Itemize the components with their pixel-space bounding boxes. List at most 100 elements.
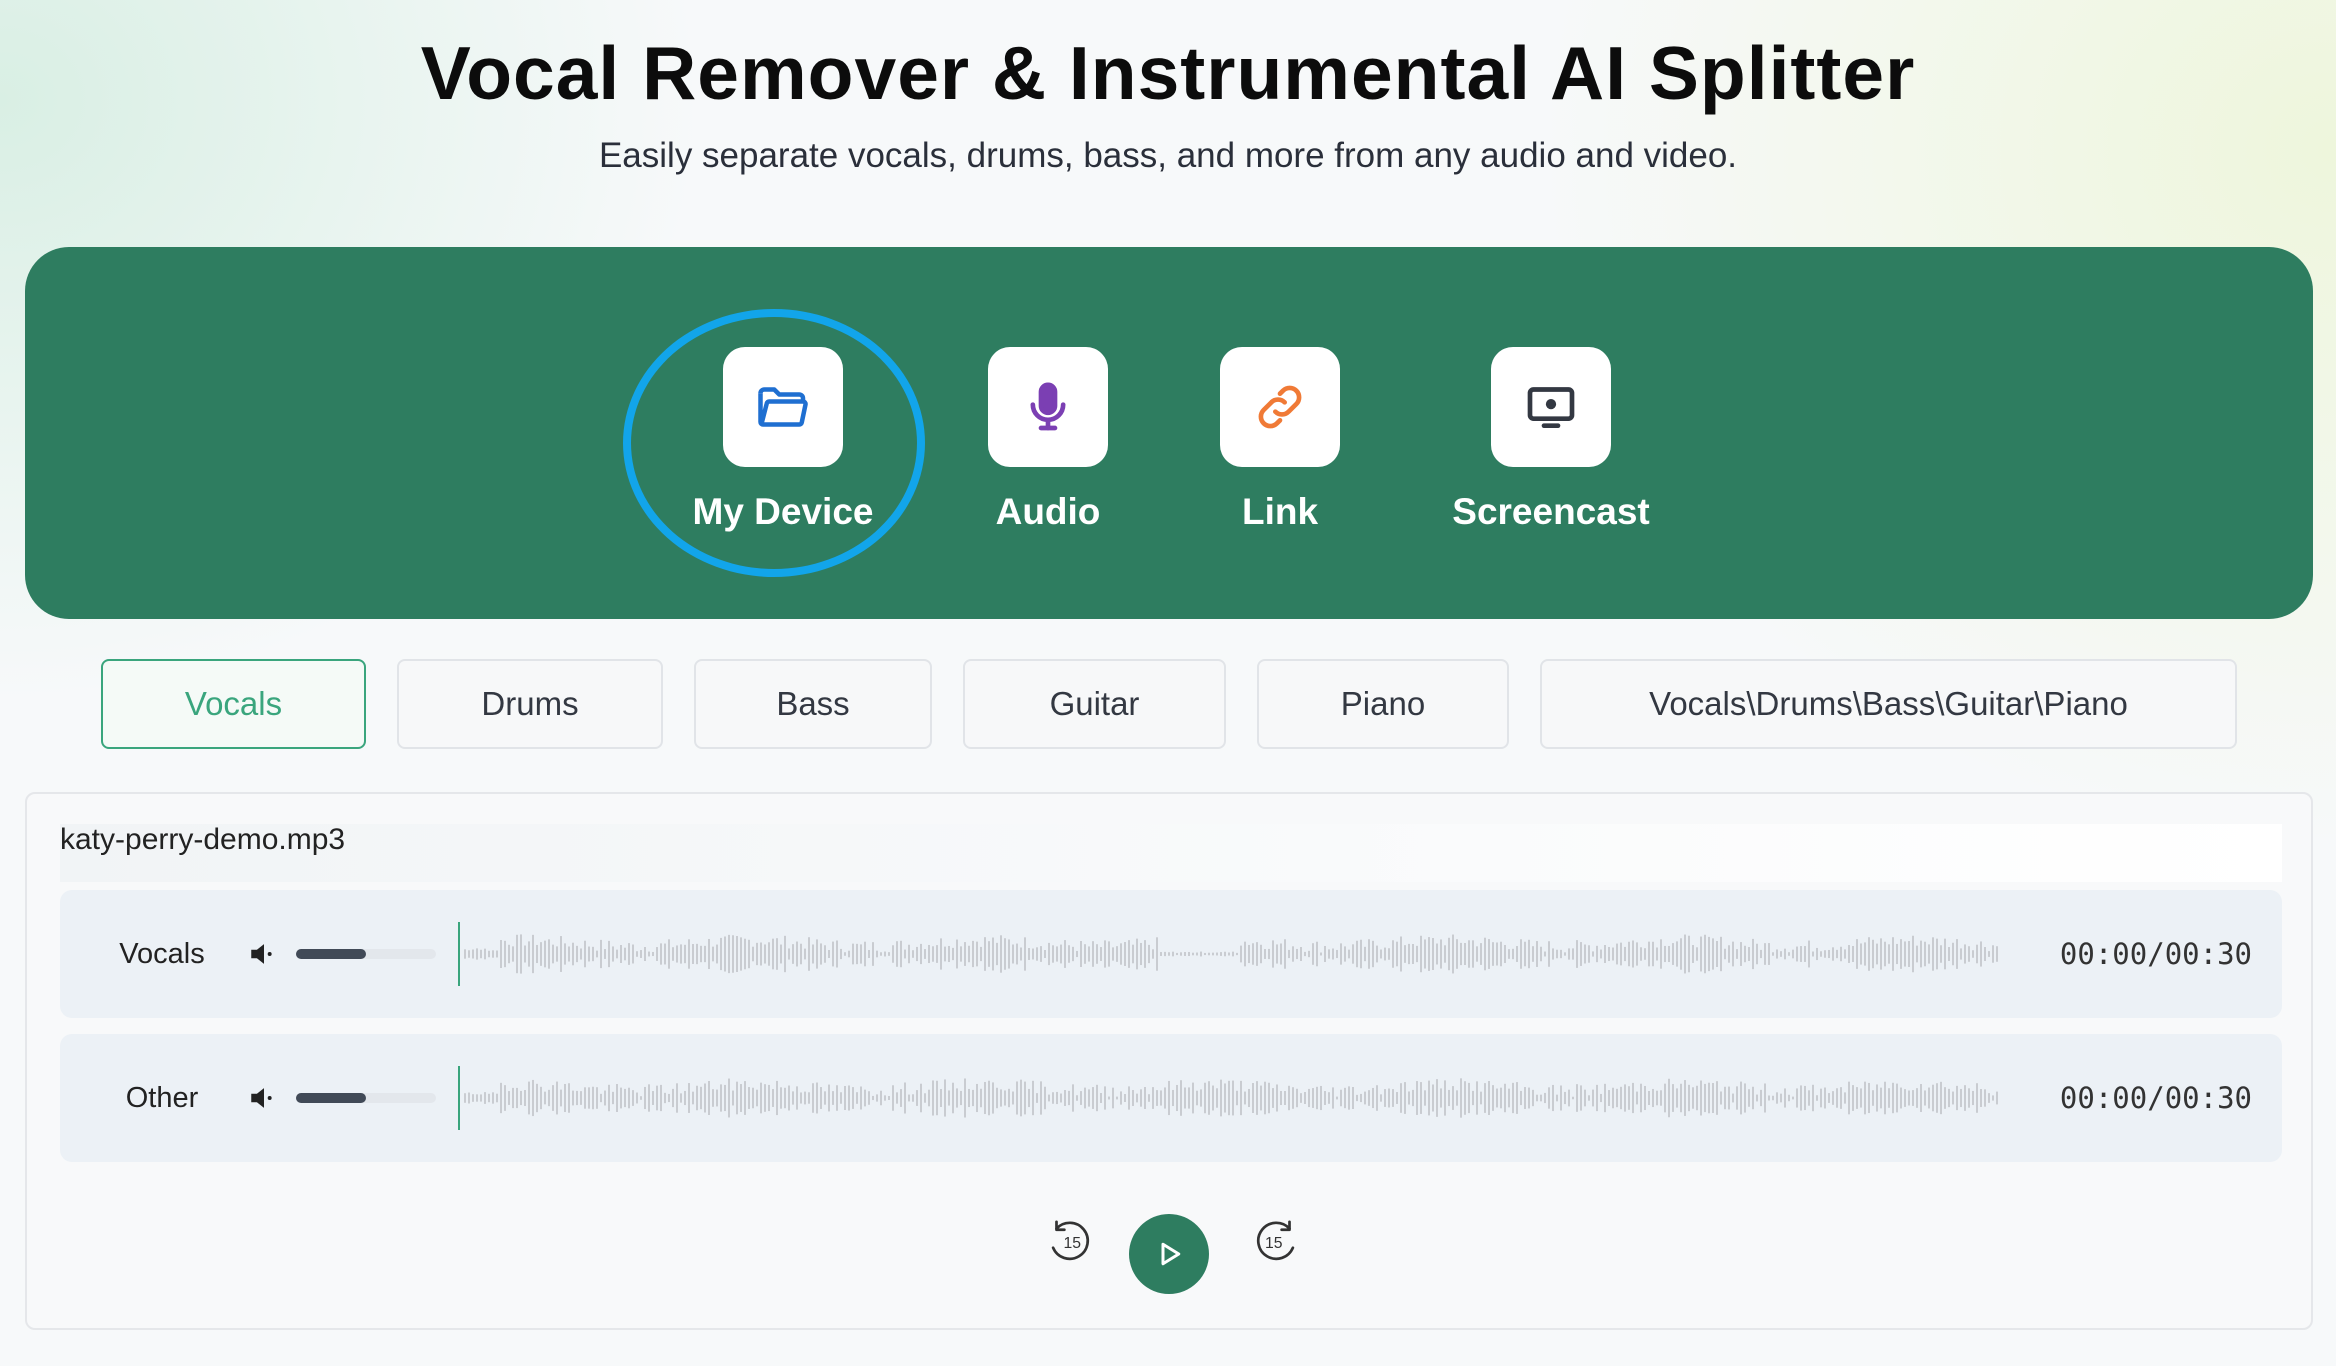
waveform-bar — [1544, 1092, 1546, 1104]
tab-all-stems[interactable]: Vocals\Drums\Bass\Guitar\Piano — [1540, 659, 2237, 749]
waveform-bar — [1532, 946, 1534, 962]
screencast-tile[interactable] — [1491, 347, 1611, 467]
waveform-bar — [1852, 1085, 1854, 1111]
waveform-bar — [1792, 949, 1794, 959]
waveform-bar — [1592, 951, 1594, 957]
waveform-bar — [1064, 1090, 1066, 1106]
play-button[interactable] — [1129, 1214, 1209, 1294]
waveform-bar — [1200, 951, 1202, 957]
waveform-bar — [1812, 951, 1814, 957]
tab-guitar[interactable]: Guitar — [963, 659, 1226, 749]
source-screencast-button[interactable]: Screencast — [1431, 347, 1671, 533]
tab-drums[interactable]: Drums — [397, 659, 663, 749]
playhead — [458, 922, 460, 986]
waveform-bar — [692, 944, 694, 964]
waveform-bar — [1212, 1085, 1214, 1111]
waveform-bar — [1432, 1084, 1434, 1112]
waveform-bar — [1196, 952, 1198, 956]
waveform-bar — [872, 1095, 874, 1101]
waveform-bar — [1056, 1091, 1058, 1105]
waveform-bar — [1052, 1092, 1054, 1104]
waveform-bar — [1976, 1083, 1978, 1113]
source-audio-button[interactable]: Audio — [928, 347, 1168, 533]
waveform-bar — [1164, 951, 1166, 957]
volume-slider[interactable] — [296, 949, 436, 959]
waveform-bar — [908, 944, 910, 964]
waveform-bar — [728, 1078, 730, 1118]
waveform-bar — [1104, 940, 1106, 968]
waveform-bar — [1176, 952, 1178, 956]
my-device-tile[interactable] — [723, 347, 843, 467]
source-my-device-button[interactable]: My Device — [663, 347, 903, 533]
waveform-bar — [1640, 1083, 1642, 1113]
waveform-bar — [1312, 943, 1314, 965]
forward-15-icon[interactable]: 15 — [1249, 1214, 1303, 1268]
duration: 00:30 — [2164, 937, 2252, 971]
waveform-bar — [1028, 1088, 1030, 1108]
waveform-bar — [692, 1091, 694, 1105]
waveform-bar — [744, 1081, 746, 1115]
waveform-bar — [1948, 947, 1950, 961]
waveform-bar — [960, 1090, 962, 1106]
waveform-bar — [468, 1092, 470, 1104]
link-icon — [1258, 385, 1302, 429]
waveform-bar — [572, 1090, 574, 1106]
waveform-bar — [1964, 944, 1966, 964]
waveform-bar — [1272, 940, 1274, 968]
waveform-bar — [1188, 951, 1190, 957]
waveform-bar — [840, 948, 842, 960]
waveform-bar — [784, 1087, 786, 1109]
waveform-bar — [1068, 1090, 1070, 1106]
waveform-bar — [1348, 949, 1350, 959]
waveform-bar — [1780, 951, 1782, 957]
speaker-icon[interactable] — [247, 937, 281, 971]
waveform-bar — [1428, 1080, 1430, 1116]
tab-bass[interactable]: Bass — [694, 659, 932, 749]
waveform[interactable] — [458, 918, 2058, 990]
waveform-bar — [936, 945, 938, 963]
waveform-bar — [1500, 941, 1502, 967]
waveform-bar — [696, 943, 698, 965]
waveform-bar — [1812, 1084, 1814, 1112]
tab-vocals[interactable]: Vocals — [101, 659, 366, 749]
waveform-bar — [1564, 952, 1566, 956]
waveform-bar — [1048, 1094, 1050, 1102]
waveform-bar — [1688, 935, 1690, 973]
waveform-bar — [1472, 1090, 1474, 1106]
waveform-bar — [1692, 945, 1694, 963]
waveform-bar — [1560, 949, 1562, 959]
waveform[interactable] — [458, 1062, 2058, 1134]
waveform-bar — [1708, 936, 1710, 972]
waveform-bar — [612, 1091, 614, 1105]
link-tile[interactable] — [1220, 347, 1340, 467]
waveform-bar — [720, 1084, 722, 1112]
waveform-bar — [1724, 948, 1726, 960]
waveform-bar — [1736, 1086, 1738, 1110]
waveform-bar — [1776, 1092, 1778, 1104]
waveform-bar — [1092, 941, 1094, 967]
waveform-bar — [1708, 1082, 1710, 1114]
waveform-bar — [1232, 951, 1234, 957]
waveform-bar — [708, 1081, 710, 1115]
waveform-bar — [1988, 951, 1990, 957]
waveform-bar — [1752, 938, 1754, 970]
waveform-bar — [816, 1082, 818, 1114]
audio-tile[interactable] — [988, 347, 1108, 467]
waveform-bar — [1912, 1090, 1914, 1106]
waveform-bar — [736, 1081, 738, 1115]
speaker-icon[interactable] — [247, 1081, 281, 1115]
rewind-15-icon[interactable]: 15 — [1043, 1214, 1097, 1268]
waveform-bar — [988, 1080, 990, 1116]
waveform-bar — [1920, 1084, 1922, 1112]
source-link-button[interactable]: Link — [1160, 347, 1400, 533]
waveform-bar — [1460, 1078, 1462, 1118]
waveform-bar — [1276, 1084, 1278, 1112]
waveform-bar — [956, 939, 958, 969]
volume-slider[interactable] — [296, 1093, 436, 1103]
waveform-bar — [1332, 1087, 1334, 1109]
waveform-bar — [816, 939, 818, 969]
tab-piano[interactable]: Piano — [1257, 659, 1509, 749]
waveform-bar — [1248, 1088, 1250, 1108]
waveform-bar — [1320, 952, 1322, 956]
current-time: 00:00 — [2059, 937, 2148, 971]
